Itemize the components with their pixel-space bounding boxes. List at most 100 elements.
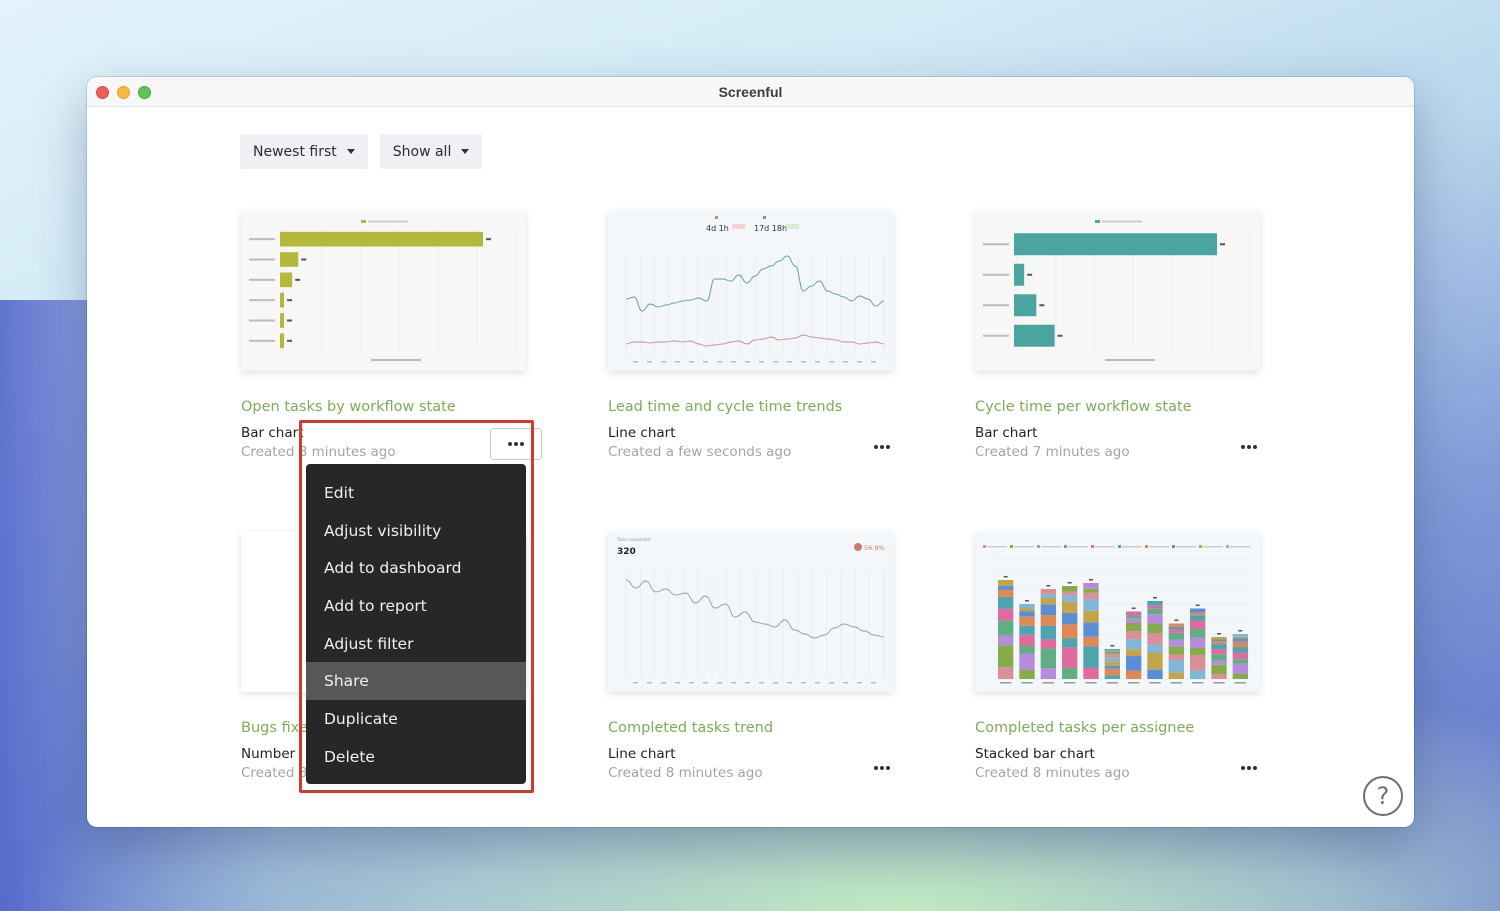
menu-item-adjust-visibility[interactable]: Adjust visibility [306,512,526,550]
stacked-bar-segment [1040,648,1057,669]
legend-swatch [1118,545,1121,548]
stacked-bar-segment [1040,625,1057,640]
chart-title-link[interactable]: Cycle time per workflow state [975,399,1275,415]
legend-swatch [763,216,766,219]
stacked-bar-segment [1232,663,1249,674]
stacked-bar-segment [1125,631,1142,640]
stacked-bar-segment [1125,618,1142,623]
legend-text [368,220,408,223]
more-options-button[interactable] [856,431,908,463]
stacked-bar-segment [1189,628,1206,638]
stacked-bar-segment [997,589,1014,597]
hbar-thumbnail-chart [249,220,517,361]
stacked-bar-segment [1083,646,1099,668]
chart-card: 4d 1h 17d 18h Lead time and cycle time tr… [608,211,908,460]
stacked-bar-segment [1168,639,1185,647]
bar-total-label [1046,585,1051,587]
stacked-bar-segment [1104,661,1121,666]
bar-category-label [249,319,275,322]
bar-value-label [1027,273,1033,276]
stacked-bar-segment [1189,608,1206,613]
more-options-button[interactable] [1223,752,1275,784]
x-tick-label [717,361,722,363]
help-button[interactable]: ? [1363,776,1403,816]
stacked-bar-segment [1147,601,1163,606]
bar-value-label [295,278,301,281]
x-tick-label [1149,682,1161,684]
line-thumbnail-chart: Tasks completed 320 56.9% [616,537,885,684]
chart-thumbnail[interactable]: Tasks completed 320 56.9% [608,532,893,692]
x-tick-label [801,361,806,363]
chart-title-link[interactable]: Open tasks by workflow state [241,399,541,415]
stacked-bar-segment [1061,667,1078,679]
menu-item-share[interactable]: Share [306,662,526,701]
legend-text [1102,220,1142,223]
stacked-bar-segment [1211,639,1227,642]
window-title: Screenful [718,83,783,100]
more-options-button[interactable] [490,428,542,460]
chart-card: Open tasks by workflow state Bar chart C… [241,211,542,460]
thumbnail-bar [280,231,483,247]
menu-item-add-to-dashboard[interactable]: Add to dashboard [306,549,526,587]
stacked-bar-segment [1104,652,1121,655]
minimize-window-button[interactable] [117,86,130,99]
bar-value-label [287,299,293,302]
chart-title-link[interactable]: Completed tasks per assignee [975,720,1275,736]
sort-dropdown-label: Newest first [253,143,337,160]
stacked-bar-segment [1189,670,1206,679]
legend-text [1095,546,1115,548]
maximize-window-button[interactable] [138,86,151,99]
x-tick-label [633,682,638,684]
stacked-bar-segment [997,635,1014,646]
sort-dropdown[interactable]: Newest first [240,134,368,169]
bar-category-label [983,273,1009,276]
more-options-button[interactable] [856,752,908,784]
menu-item-delete[interactable]: Delete [306,738,526,776]
x-tick-label [857,682,862,684]
stacked-bar-segment [1168,660,1185,673]
chart-title-link[interactable]: Lead time and cycle time trends [608,399,908,415]
legend-text [1122,546,1142,548]
stacked-bar-segment [1083,583,1099,589]
more-options-button[interactable] [1223,431,1275,463]
bar-category-label [249,339,275,342]
menu-item-add-to-report[interactable]: Add to report [306,587,526,625]
stacked-bar-segment [1083,610,1099,623]
chart-thumbnail[interactable] [975,532,1260,692]
stacked-bar-segment [1061,638,1078,648]
question-mark-icon: ? [1376,782,1390,810]
stacked-bar-segment [1040,589,1057,595]
stacked-bar-segment [1040,615,1057,626]
stacked-bar-segment [1147,669,1163,679]
stacked-bar-segment [1083,667,1099,679]
bar-value-label [287,319,293,322]
legend-text [1203,546,1223,548]
menu-item-adjust-filter[interactable]: Adjust filter [306,625,526,663]
bar-total-label [1174,619,1179,621]
visibility-dropdown[interactable]: Show all [379,134,483,169]
close-window-button[interactable] [96,86,109,99]
stacked-bar-segment [1147,614,1163,624]
stacked-bar-segment [1019,604,1035,609]
menu-item-edit[interactable]: Edit [306,474,526,512]
stacked-bar-segment [1211,637,1227,640]
chart-card: Cycle time per workflow state Bar chart … [975,211,1275,460]
stacked-bar-segment [1232,652,1249,660]
menu-item-duplicate[interactable]: Duplicate [306,700,526,738]
x-tick-label [773,682,778,684]
x-tick-label [1042,682,1055,684]
bar-category-label [983,334,1009,337]
chart-thumbnail[interactable]: 4d 1h 17d 18h [608,211,893,371]
stacked-bar-segment [1104,654,1121,658]
stacked-bar-segment [1125,622,1142,632]
x-tick-label [829,361,834,363]
bar-value-label [1057,334,1063,337]
bar-category-label [249,238,275,241]
stacked-bar-segment [1211,649,1227,655]
chart-thumbnail[interactable] [241,211,526,371]
chart-thumbnail[interactable] [975,211,1260,371]
stacked-bar-segment [1232,638,1249,642]
chart-title-link[interactable]: Completed tasks trend [608,720,908,736]
legend-swatch [1064,545,1067,548]
stacked-bar-segment [1083,599,1099,611]
